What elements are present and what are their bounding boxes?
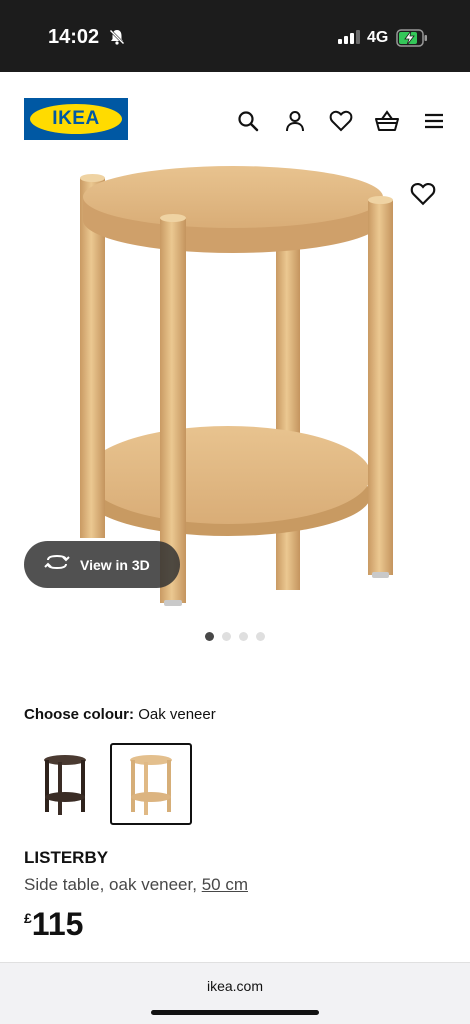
home-indicator: [151, 1010, 319, 1015]
image-carousel-dots: [0, 632, 470, 641]
ikea-logo[interactable]: IKEA: [24, 98, 128, 140]
colour-swatch-oak-veneer[interactable]: [110, 743, 192, 825]
colour-swatch-dark-brown[interactable]: [24, 743, 106, 825]
basket-icon[interactable]: [374, 108, 400, 134]
browser-address-bar[interactable]: ikea.com: [0, 962, 470, 1024]
price-value: 115: [31, 906, 84, 942]
status-bar: 14:02 4G: [0, 0, 470, 72]
silent-bell-icon: [108, 28, 126, 51]
product-description-text: Side table, oak veneer,: [24, 875, 197, 894]
logo-oval: IKEA: [30, 104, 122, 134]
search-icon[interactable]: [235, 108, 261, 134]
view-in-3d-label: View in 3D: [80, 556, 150, 573]
rotate-3d-icon: [44, 553, 70, 576]
carousel-dot[interactable]: [239, 632, 248, 641]
selected-colour-value: Oak veneer: [138, 706, 216, 723]
carousel-dot[interactable]: [256, 632, 265, 641]
status-time: 14:02: [48, 26, 100, 48]
battery-charging-icon: [396, 29, 428, 52]
view-in-3d-button[interactable]: View in 3D: [24, 541, 180, 588]
choose-colour-label: Choose colour:: [24, 706, 135, 723]
network-type: 4G: [367, 29, 389, 46]
carousel-dot[interactable]: [205, 632, 214, 641]
product-description: Side table, oak veneer, 50 cm: [24, 875, 248, 895]
choose-colour: Choose colour: Oak veneer: [24, 706, 216, 723]
product-price: £115: [24, 906, 83, 943]
wishlist-heart-icon[interactable]: [328, 108, 354, 134]
logo-text: IKEA: [52, 108, 100, 129]
product-size-link[interactable]: 50 cm: [202, 875, 248, 894]
favourite-heart-icon[interactable]: [410, 182, 436, 208]
carousel-dot[interactable]: [222, 632, 231, 641]
menu-icon[interactable]: [421, 108, 447, 134]
signal-icon: [338, 30, 360, 49]
profile-icon[interactable]: [282, 108, 308, 134]
product-name: LISTERBY: [24, 848, 109, 867]
price-currency: £: [24, 910, 32, 926]
browser-url[interactable]: ikea.com: [0, 978, 470, 994]
